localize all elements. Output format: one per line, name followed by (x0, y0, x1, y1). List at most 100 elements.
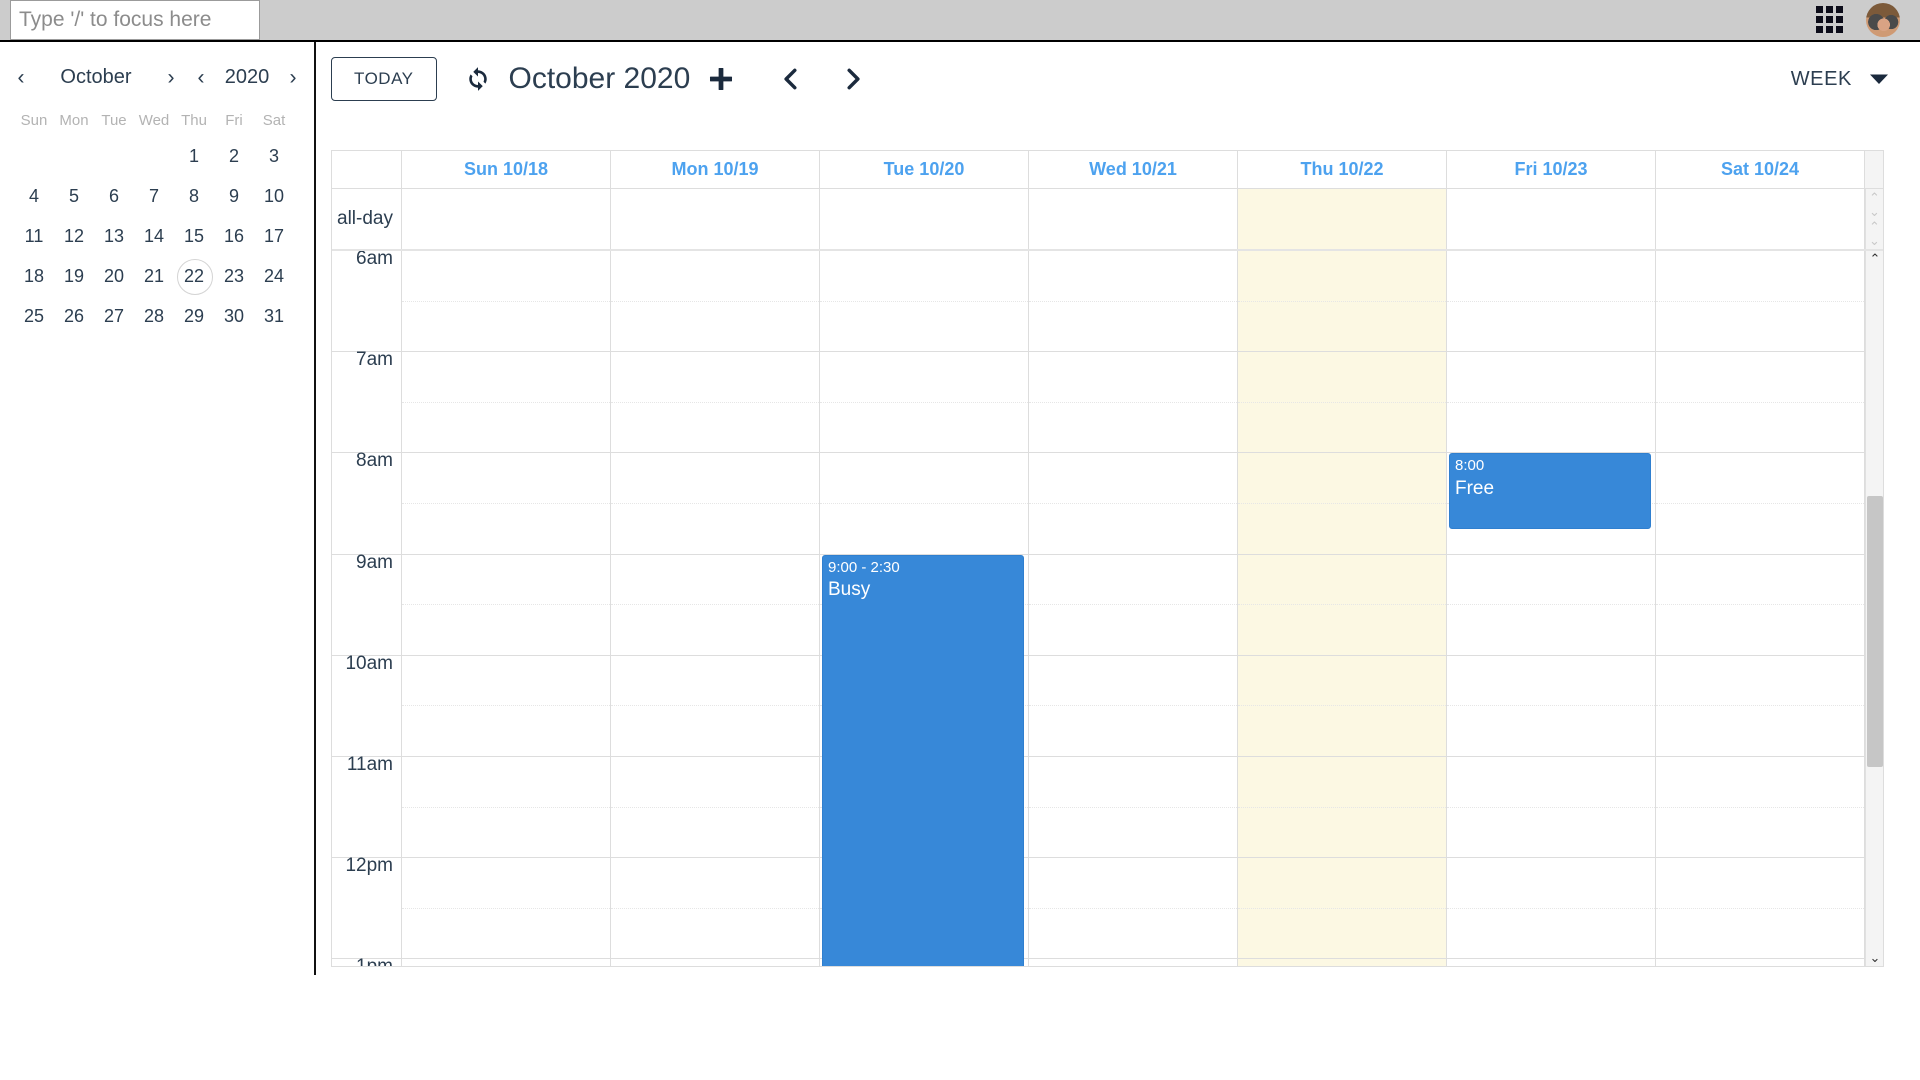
half-hour-cell[interactable] (1238, 656, 1446, 707)
mini-cal-day[interactable]: 21 (134, 256, 174, 296)
hour-cell[interactable] (1656, 757, 1864, 859)
hour-cell[interactable] (1238, 757, 1446, 859)
half-hour-cell[interactable] (611, 959, 819, 966)
all-day-scroll-up-arrow[interactable]: ⌃ (1869, 191, 1880, 204)
mini-cal-day[interactable]: 27 (94, 296, 134, 336)
mini-cal-day[interactable]: 11 (14, 216, 54, 256)
hour-cell[interactable] (1238, 555, 1446, 656)
half-hour-cell[interactable] (1656, 858, 1864, 909)
half-hour-cell[interactable] (1656, 453, 1864, 504)
hour-cell[interactable] (1447, 352, 1655, 454)
hour-cell[interactable] (1447, 858, 1655, 960)
all-day-cell-0[interactable] (402, 189, 611, 249)
day-column-0[interactable] (402, 251, 611, 966)
half-hour-cell[interactable] (611, 352, 819, 403)
half-hour-cell[interactable] (1447, 251, 1655, 302)
mini-cal-day[interactable]: 6 (94, 176, 134, 216)
half-hour-cell[interactable] (1238, 757, 1446, 808)
hour-cell[interactable] (1656, 656, 1864, 757)
half-hour-cell[interactable] (1238, 959, 1446, 966)
all-day-cell-3[interactable] (1029, 189, 1238, 249)
half-hour-cell[interactable] (402, 251, 610, 302)
view-mode-dropdown[interactable]: WEEK (1791, 68, 1904, 91)
hour-cell[interactable] (402, 858, 610, 960)
hour-cell[interactable] (1447, 757, 1655, 859)
day-column-5[interactable]: 8:00 Free (1447, 251, 1656, 966)
all-day-scroll-up-arrow-2[interactable]: ⌃ (1869, 220, 1880, 233)
day-column-1[interactable] (611, 251, 820, 966)
half-hour-cell[interactable] (1656, 251, 1864, 302)
all-day-scrollbar[interactable]: ⌃ ⌄ ⌃ ⌄ (1865, 189, 1883, 249)
omnibox-input[interactable]: Type '/' to focus here (10, 0, 260, 40)
day-header-3[interactable]: Wed 10/21 (1029, 151, 1238, 188)
mini-cal-day[interactable]: 12 (54, 216, 94, 256)
hour-cell[interactable] (611, 757, 819, 859)
mini-cal-day[interactable]: 13 (94, 216, 134, 256)
half-hour-cell[interactable] (1447, 555, 1655, 606)
mini-cal-day[interactable]: 28 (134, 296, 174, 336)
hour-cell[interactable] (611, 453, 819, 555)
half-hour-cell[interactable] (820, 453, 1028, 504)
hour-cell[interactable] (1029, 453, 1237, 555)
hour-cell[interactable] (1238, 959, 1446, 966)
hour-cell[interactable] (1447, 656, 1655, 757)
all-day-cell-5[interactable] (1447, 189, 1656, 249)
avatar[interactable] (1866, 3, 1900, 37)
half-hour-cell[interactable] (611, 555, 819, 606)
hour-cell[interactable] (1447, 251, 1655, 353)
hour-cell[interactable] (611, 656, 819, 757)
mini-cal-prev-month-button[interactable]: ‹ (6, 67, 36, 88)
half-hour-cell[interactable] (1447, 959, 1655, 966)
day-header-6[interactable]: Sat 10/24 (1656, 151, 1865, 188)
all-day-cell-2[interactable] (820, 189, 1029, 249)
hour-cell[interactable] (820, 453, 1028, 555)
mini-cal-day[interactable]: 3 (254, 136, 294, 176)
plus-icon[interactable] (706, 64, 736, 94)
half-hour-cell[interactable] (611, 251, 819, 302)
all-day-scroll-down-arrow[interactable]: ⌄ (1869, 205, 1880, 218)
hour-cell[interactable] (611, 251, 819, 353)
day-header-5[interactable]: Fri 10/23 (1447, 151, 1656, 188)
day-header-1[interactable]: Mon 10/19 (611, 151, 820, 188)
half-hour-cell[interactable] (820, 251, 1028, 302)
half-hour-cell[interactable] (1029, 352, 1237, 403)
hour-cell[interactable] (820, 251, 1028, 353)
half-hour-cell[interactable] (1447, 757, 1655, 808)
hour-cell[interactable] (1656, 959, 1864, 966)
hour-cell[interactable] (1447, 555, 1655, 656)
mini-cal-day[interactable]: 23 (214, 256, 254, 296)
hour-cell[interactable] (1238, 858, 1446, 960)
half-hour-cell[interactable] (1029, 555, 1237, 606)
hour-cell[interactable] (1656, 453, 1864, 555)
half-hour-cell[interactable] (1029, 453, 1237, 504)
hour-cell[interactable] (1029, 656, 1237, 757)
half-hour-cell[interactable] (1029, 656, 1237, 707)
refresh-icon[interactable] (463, 64, 493, 94)
half-hour-cell[interactable] (1238, 453, 1446, 504)
hour-cell[interactable] (1656, 352, 1864, 454)
half-hour-cell[interactable] (402, 453, 610, 504)
half-hour-cell[interactable] (611, 858, 819, 909)
mini-cal-day[interactable]: 4 (14, 176, 54, 216)
all-day-scroll-down-arrow-2[interactable]: ⌄ (1869, 234, 1880, 247)
hour-cell[interactable] (402, 352, 610, 454)
mini-cal-day[interactable]: 1 (174, 136, 214, 176)
half-hour-cell[interactable] (1238, 352, 1446, 403)
mini-cal-day[interactable]: 8 (174, 176, 214, 216)
hour-cell[interactable] (402, 757, 610, 859)
half-hour-cell[interactable] (611, 656, 819, 707)
half-hour-cell[interactable] (1238, 251, 1446, 302)
half-hour-cell[interactable] (1656, 555, 1864, 606)
apps-grid-icon[interactable] (1816, 6, 1844, 34)
half-hour-cell[interactable] (1029, 757, 1237, 808)
day-column-6[interactable] (1656, 251, 1865, 966)
half-hour-cell[interactable] (1238, 555, 1446, 606)
mini-cal-day[interactable]: 24 (254, 256, 294, 296)
half-hour-cell[interactable] (1029, 251, 1237, 302)
hour-cell[interactable] (1656, 858, 1864, 960)
day-header-4[interactable]: Thu 10/22 (1238, 151, 1447, 188)
day-column-4[interactable] (1238, 251, 1447, 966)
mini-cal-day[interactable]: 25 (14, 296, 54, 336)
hour-cell[interactable] (1656, 251, 1864, 353)
mini-cal-day[interactable]: 7 (134, 176, 174, 216)
